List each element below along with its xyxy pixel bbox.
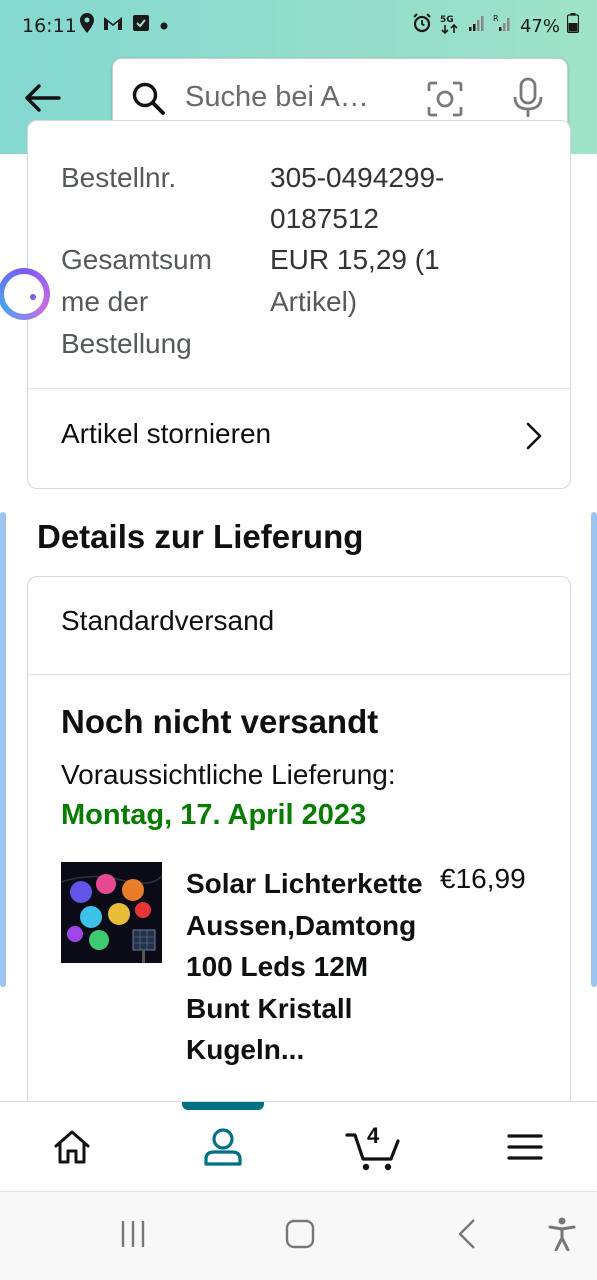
network-5g-icon: 5G bbox=[439, 12, 461, 40]
home-system-button[interactable] bbox=[280, 1216, 320, 1256]
account-icon bbox=[203, 1127, 243, 1172]
order-summary-card: Bestellnr. 305-0494299- 0187512 Gesamtsu… bbox=[27, 120, 571, 489]
assistant-bubble-icon[interactable] bbox=[0, 268, 50, 320]
chevron-right-icon bbox=[526, 422, 542, 455]
product-price: €16,99 bbox=[440, 863, 526, 894]
back-chevron-icon bbox=[457, 1218, 477, 1255]
search-icon bbox=[131, 81, 167, 122]
svg-text:R: R bbox=[493, 14, 499, 23]
battery-percent: 47% bbox=[519, 15, 560, 37]
battery-icon bbox=[566, 13, 580, 39]
menu-icon bbox=[507, 1133, 543, 1166]
status-icons-left bbox=[80, 13, 169, 39]
delivery-card: Standardversand Noch nicht versandt Vora… bbox=[27, 576, 571, 1136]
order-total-label-line2: me der bbox=[61, 286, 149, 317]
eta-label: Voraussichtliche Lieferung: bbox=[61, 759, 396, 790]
microphone-icon[interactable] bbox=[511, 77, 545, 124]
cart-icon: 4 bbox=[345, 1123, 401, 1171]
system-navigation-bar bbox=[0, 1191, 597, 1280]
back-button[interactable] bbox=[20, 76, 64, 120]
nav-account[interactable] bbox=[193, 1124, 253, 1174]
shipment-status: Noch nicht versandt bbox=[61, 703, 379, 740]
gmail-icon bbox=[103, 15, 123, 37]
cancel-item-row[interactable]: Artikel stornieren bbox=[28, 389, 570, 489]
active-tab-indicator bbox=[182, 1102, 264, 1110]
shipping-method: Standardversand bbox=[61, 605, 275, 636]
search-input[interactable]: Suche bei A… bbox=[185, 81, 369, 114]
assistant-dot bbox=[30, 294, 36, 300]
status-bar: 16:11 5G R 47% bbox=[0, 0, 597, 54]
order-total-label-line3: Bestellung bbox=[61, 328, 192, 359]
cancel-item-label: Artikel stornieren bbox=[61, 418, 272, 449]
location-icon bbox=[80, 13, 94, 39]
order-number-value-line2: 0187512 bbox=[270, 203, 380, 234]
product-title-link[interactable]: Solar Lichterkette Aussen,Damtong 100 Le… bbox=[186, 863, 436, 1071]
divider bbox=[28, 674, 570, 675]
order-number-label: Bestellnr. bbox=[61, 162, 177, 193]
accessibility-icon bbox=[548, 1217, 576, 1256]
task-check-icon bbox=[132, 14, 150, 38]
eta-date: Montag, 17. April 2023 bbox=[61, 799, 367, 831]
recent-apps-button[interactable] bbox=[113, 1216, 153, 1256]
nav-menu[interactable] bbox=[495, 1124, 555, 1174]
alarm-icon bbox=[412, 13, 432, 39]
svg-text:5G: 5G bbox=[440, 15, 454, 25]
status-icons-right: 5G R 47% bbox=[412, 12, 580, 40]
status-time: 16:11 bbox=[22, 15, 77, 37]
nav-home[interactable] bbox=[42, 1124, 102, 1174]
scroll-indicator-left bbox=[0, 512, 6, 987]
recent-apps-icon bbox=[118, 1219, 148, 1254]
home-square-icon bbox=[285, 1219, 315, 1254]
cart-count-badge: 4 bbox=[367, 1123, 380, 1148]
delivery-section-title: Details zur Lieferung bbox=[37, 518, 364, 555]
notification-dot-icon bbox=[159, 15, 169, 37]
back-system-button[interactable] bbox=[447, 1216, 487, 1256]
scroll-indicator-right bbox=[591, 512, 597, 987]
signal-roaming-icon: R bbox=[493, 13, 513, 39]
camera-scan-icon[interactable] bbox=[425, 79, 465, 124]
accessibility-button[interactable] bbox=[542, 1216, 582, 1256]
order-total-value-line2: Artikel) bbox=[270, 286, 358, 317]
order-total-label-line1: Gesamtsum bbox=[61, 244, 212, 275]
nav-cart[interactable]: 4 bbox=[342, 1123, 404, 1174]
product-image[interactable] bbox=[61, 862, 162, 963]
bottom-navigation: 4 bbox=[0, 1101, 597, 1191]
signal-icon bbox=[468, 14, 486, 38]
home-icon bbox=[53, 1129, 91, 1170]
order-number-value-line1: 305-0494299- bbox=[270, 162, 445, 193]
order-total-value-line1: EUR 15,29 (1 bbox=[270, 244, 440, 275]
